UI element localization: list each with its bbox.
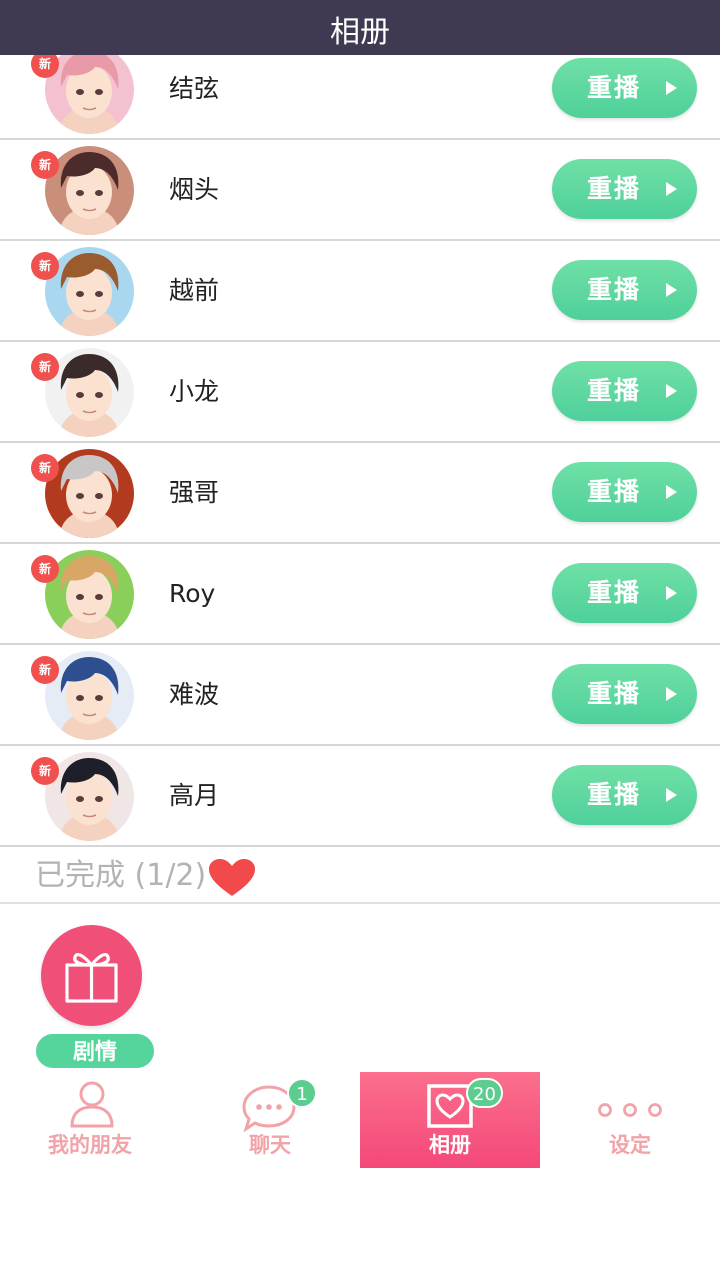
- play-icon: [666, 81, 677, 95]
- page-title: 相册: [330, 15, 390, 50]
- gift-icon: [65, 953, 118, 1003]
- character-avatar[interactable]: [45, 550, 134, 639]
- replay-button[interactable]: 重播: [552, 563, 697, 623]
- tab-settings-label: 设定: [609, 1133, 651, 1157]
- character-avatar[interactable]: [45, 146, 134, 235]
- completed-label: 已完成 (1/2): [35, 858, 207, 893]
- tab-album-label: 相册: [429, 1133, 471, 1157]
- more-dots-icon: [598, 1103, 662, 1117]
- play-icon: [666, 485, 677, 499]
- character-name: 小龙: [169, 377, 220, 406]
- play-icon: [666, 384, 677, 398]
- tab-friends[interactable]: 我的朋友: [0, 1072, 180, 1168]
- character-avatar[interactable]: [45, 651, 134, 740]
- character-name: 强哥: [169, 478, 220, 507]
- chat-unread-count: 1: [287, 1078, 317, 1108]
- character-name: 越前: [169, 276, 220, 305]
- character-row: 新结弦 重播: [0, 55, 720, 140]
- replay-label: 重播: [587, 578, 642, 607]
- tab-chat[interactable]: 1 聊天: [180, 1072, 360, 1168]
- replay-button[interactable]: 重播: [552, 159, 697, 219]
- character-name: 难波: [169, 680, 220, 709]
- character-row: 新强哥 重播: [0, 443, 720, 544]
- replay-label: 重播: [587, 477, 642, 506]
- character-name: 结弦: [169, 74, 220, 103]
- heart-icon: [209, 859, 255, 896]
- replay-label: 重播: [587, 679, 642, 708]
- play-icon: [666, 283, 677, 297]
- replay-button[interactable]: 重播: [552, 765, 697, 825]
- person-icon: [70, 1081, 114, 1128]
- play-icon: [666, 687, 677, 701]
- new-badge: 新: [31, 151, 59, 179]
- replay-label: 重播: [587, 174, 642, 203]
- album-count: 20: [466, 1078, 503, 1108]
- character-avatar[interactable]: [45, 449, 134, 538]
- character-avatar[interactable]: [45, 752, 134, 841]
- new-badge: 新: [31, 656, 59, 684]
- replay-button[interactable]: 重播: [552, 462, 697, 522]
- character-avatar[interactable]: [45, 247, 134, 336]
- character-row: 新越前 重播: [0, 241, 720, 342]
- new-badge: 新: [31, 454, 59, 482]
- character-avatar[interactable]: [45, 348, 134, 437]
- new-badge: 新: [31, 252, 59, 280]
- replay-button[interactable]: 重播: [552, 361, 697, 421]
- character-row: 新小龙 重播: [0, 342, 720, 443]
- replay-button[interactable]: 重播: [552, 664, 697, 724]
- tab-settings[interactable]: 设定: [540, 1072, 720, 1168]
- tab-chat-label: 聊天: [249, 1133, 291, 1157]
- tab-friends-label: 我的朋友: [48, 1133, 132, 1157]
- replay-button[interactable]: 重播: [552, 58, 697, 118]
- character-name: 烟头: [169, 175, 220, 204]
- character-name: Roy: [169, 579, 216, 608]
- page-title-bar: 相册: [0, 0, 720, 55]
- tab-album[interactable]: 20 相册: [360, 1072, 540, 1168]
- character-row: 新高月 重播: [0, 746, 720, 847]
- replay-label: 重播: [587, 275, 642, 304]
- character-list: 新结弦 重播新烟头 重播新越前 重播新小龙 重播新强哥 重播新 Roy 重播新难波 重播新高月重…: [0, 55, 720, 848]
- play-icon: [666, 182, 677, 196]
- new-badge: 新: [31, 555, 59, 583]
- replay-label: 重播: [587, 73, 642, 102]
- replay-label: 重播: [587, 780, 642, 809]
- new-badge: 新: [31, 353, 59, 381]
- character-row: 新 Roy 重播: [0, 544, 720, 645]
- gift-button[interactable]: [41, 925, 142, 1026]
- replay-label: 重播: [587, 376, 642, 405]
- play-icon: [666, 788, 677, 802]
- character-row: 新烟头 重播: [0, 140, 720, 241]
- new-badge: 新: [31, 757, 59, 785]
- tab-bar: 我的朋友 1 聊天 20 相册 设定: [0, 1072, 720, 1168]
- character-name: 高月: [169, 781, 220, 810]
- replay-button[interactable]: 重播: [552, 260, 697, 320]
- story-button[interactable]: 剧情: [34, 1032, 156, 1070]
- character-row: 新难波 重播: [0, 645, 720, 746]
- play-icon: [666, 586, 677, 600]
- completed-row: 已完成 (1/2): [0, 848, 720, 904]
